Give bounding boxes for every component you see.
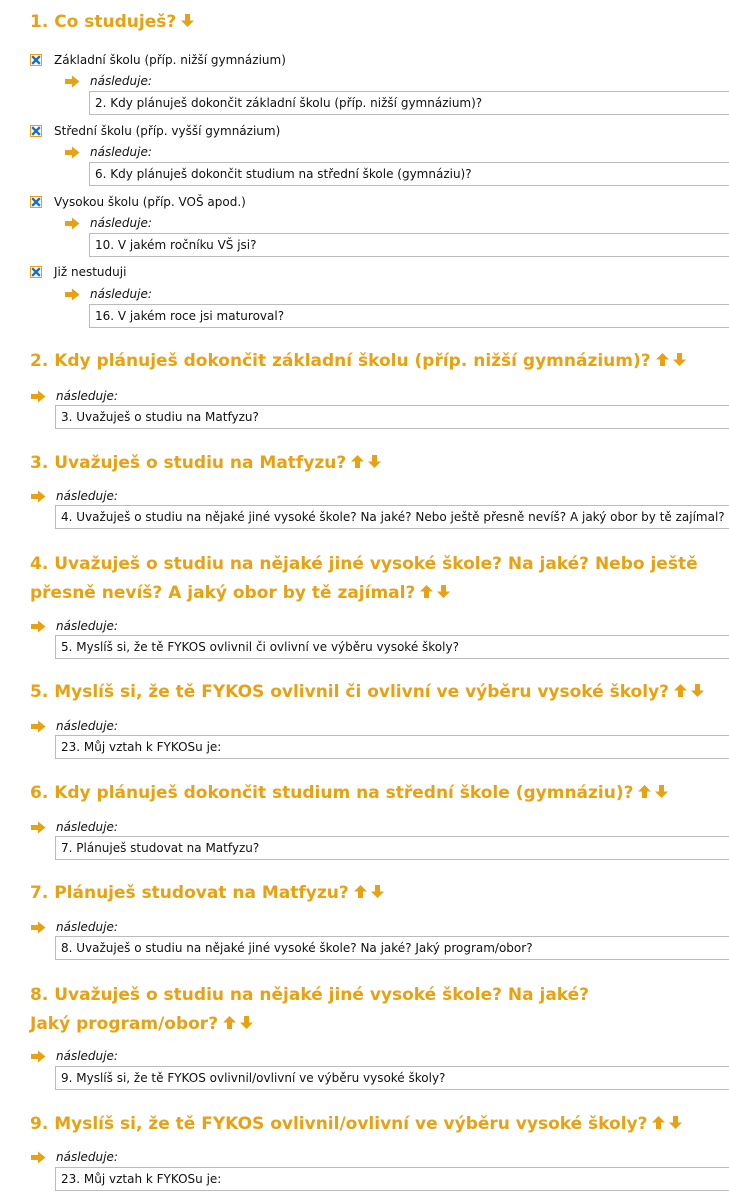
arrow-right-icon — [64, 217, 80, 230]
next-question-box[interactable]: 23. Můj vztah k FYKOSu je: — [55, 735, 729, 759]
arrow-down-icon[interactable] — [668, 1115, 683, 1130]
next-question-option-1[interactable]: 2. Kdy plánuješ dokončit základní školu … — [89, 91, 729, 115]
next-label: následuje: — [56, 1049, 118, 1063]
arrow-right-icon — [30, 620, 46, 633]
question-title-3: 3. Uvažuješ o studiu na Matfyzu? — [30, 449, 725, 478]
arrow-down-icon[interactable] — [654, 784, 669, 799]
next-label: následuje: — [56, 820, 118, 834]
question-title-1: 1. Co studuješ? — [30, 8, 725, 37]
arrow-right-icon — [30, 821, 46, 834]
next-question-box[interactable]: 4. Uvažuješ o studiu na nějaké jiné vyso… — [55, 505, 729, 529]
next-label: následuje: — [90, 145, 152, 159]
arrow-up-icon[interactable] — [419, 584, 434, 599]
option-label-3: Vysokou školu (příp. VOŠ apod.) — [54, 195, 246, 209]
arrow-down-icon[interactable] — [367, 454, 382, 469]
arrow-right-icon — [30, 921, 46, 934]
question-title-6: 6. Kdy plánuješ dokončit studium na stře… — [30, 779, 725, 808]
arrow-right-icon — [64, 288, 80, 301]
next-label: následuje: — [56, 920, 118, 934]
next-label: následuje: — [56, 489, 118, 503]
arrow-up-icon[interactable] — [651, 1115, 666, 1130]
question-title-9: 9. Myslíš si, že tě FYKOS ovlivnil/ovliv… — [30, 1110, 725, 1139]
next-question-option-4[interactable]: 16. V jakém roce jsi maturoval? — [89, 304, 729, 328]
arrow-right-icon — [30, 720, 46, 733]
arrow-down-icon[interactable] — [370, 884, 385, 899]
next-label: následuje: — [56, 389, 118, 403]
checkbox-option-1[interactable] — [30, 54, 42, 66]
option-label-1: Základní školu (příp. nižší gymnázium) — [54, 53, 286, 67]
arrow-down-icon[interactable] — [690, 683, 705, 698]
arrow-up-icon[interactable] — [673, 683, 688, 698]
next-label: následuje: — [56, 619, 118, 633]
arrow-down-icon[interactable] — [672, 352, 687, 367]
question-title-2: 2. Kdy plánuješ dokončit základní školu … — [30, 347, 725, 376]
question-title-7: 7. Plánuješ studovat na Matfyzu? — [30, 879, 725, 908]
next-question-box[interactable]: 7. Plánuješ studovat na Matfyzu? — [55, 836, 729, 860]
next-question-box[interactable]: 3. Uvažuješ o studiu na Matfyzu? — [55, 405, 729, 429]
next-question-box[interactable]: 5. Myslíš si, že tě FYKOS ovlivnil či ov… — [55, 635, 729, 659]
arrow-right-icon — [64, 75, 80, 88]
checkbox-option-4[interactable] — [30, 266, 42, 278]
checkbox-option-2[interactable] — [30, 125, 42, 137]
arrow-up-icon[interactable] — [655, 352, 670, 367]
question-title-4: 4. Uvažuješ o studiu na nějaké jiné vyso… — [30, 554, 698, 603]
question-title-5: 5. Myslíš si, že tě FYKOS ovlivnil či ov… — [30, 678, 725, 707]
checkbox-option-3[interactable] — [30, 196, 42, 208]
arrow-right-icon — [30, 1151, 46, 1164]
next-label: následuje: — [56, 719, 118, 733]
next-label: následuje: — [90, 287, 152, 301]
next-label: následuje: — [90, 74, 152, 88]
option-label-4: Již nestuduji — [54, 265, 127, 279]
arrow-down-icon[interactable] — [436, 584, 451, 599]
next-label: následuje: — [56, 1150, 118, 1164]
next-question-box[interactable]: 23. Můj vztah k FYKOSu je: — [55, 1167, 729, 1191]
arrow-up-icon[interactable] — [350, 454, 365, 469]
next-question-option-3[interactable]: 10. V jakém ročníku VŠ jsi? — [89, 233, 729, 257]
next-question-option-2[interactable]: 6. Kdy plánuješ dokončit studium na stře… — [89, 162, 729, 186]
arrow-right-icon — [30, 1050, 46, 1063]
arrow-down-icon[interactable] — [180, 13, 195, 28]
option-label-2: Střední školu (příp. vyšší gymnázium) — [54, 124, 281, 138]
arrow-up-icon[interactable] — [222, 1015, 237, 1030]
arrow-right-icon — [30, 390, 46, 403]
arrow-up-icon[interactable] — [637, 784, 652, 799]
next-question-box[interactable]: 8. Uvažuješ o studiu na nějaké jiné vyso… — [55, 936, 729, 960]
arrow-up-icon[interactable] — [353, 884, 368, 899]
arrow-right-icon — [30, 490, 46, 503]
next-label: následuje: — [90, 216, 152, 230]
next-question-box[interactable]: 9. Myslíš si, že tě FYKOS ovlivnil/ovliv… — [55, 1066, 729, 1090]
arrow-down-icon[interactable] — [239, 1015, 254, 1030]
question-title-8: 8. Uvažuješ o studiu na nějaké jiné vyso… — [30, 985, 590, 1034]
arrow-right-icon — [64, 146, 80, 159]
